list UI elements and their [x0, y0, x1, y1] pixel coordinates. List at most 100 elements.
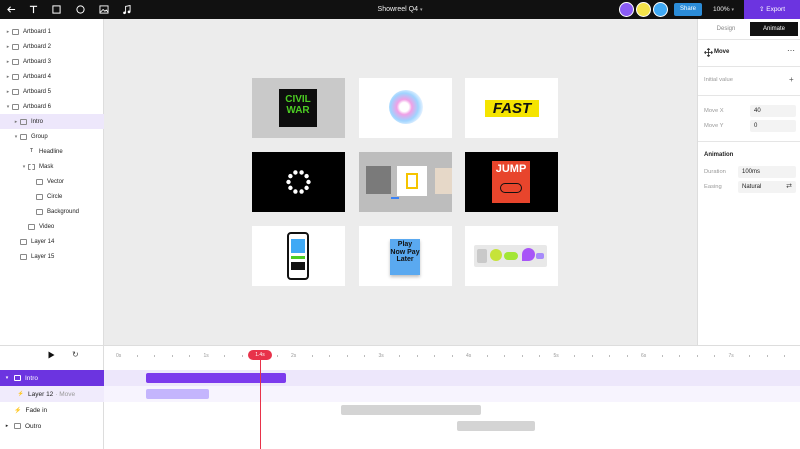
duration-field[interactable]: 100ms [738, 166, 796, 178]
layer-row[interactable]: ▸ Intro [0, 114, 104, 129]
avatar[interactable] [619, 2, 634, 17]
layer-row[interactable]: Layer 15 [0, 249, 104, 264]
document-title-text: Showreel Q4 [377, 6, 418, 13]
phone-screen-image [291, 239, 305, 253]
layer-label: Intro [31, 118, 44, 125]
export-button[interactable]: ⇪ Export [744, 0, 800, 19]
tab-design[interactable]: Design [702, 22, 750, 36]
layer-row[interactable]: ▸ Artboard 2 [0, 39, 104, 54]
shape-lime [490, 249, 502, 261]
chevron-down-icon[interactable]: ▾ [12, 134, 20, 140]
more-options-icon[interactable]: ⋯ [787, 46, 795, 55]
layer-row[interactable]: Background [0, 204, 104, 219]
easing-curve-icon[interactable]: ⇄ [786, 181, 792, 193]
playhead-handle[interactable]: 1.4s [248, 350, 272, 360]
layer-row[interactable]: Layer 14 [0, 234, 104, 249]
artboard-8[interactable]: Play Now Pay Later [359, 226, 452, 286]
tick-mark [679, 355, 680, 357]
artboard-2[interactable] [359, 78, 452, 138]
back-arrow-icon[interactable] [5, 3, 18, 16]
avatar[interactable] [636, 2, 651, 17]
share-button[interactable]: Share [674, 3, 702, 16]
text-tool-icon[interactable] [27, 3, 40, 16]
tab-animate[interactable]: Animate [750, 22, 798, 36]
artboard-9[interactable] [465, 226, 558, 286]
move-y-field[interactable]: 0 [750, 120, 796, 132]
phone-mockup [287, 232, 309, 280]
poster-title-line1: CIVIL [285, 94, 311, 105]
canvas[interactable]: CIVIL WAR FAST JUMP Play Now Pay Later [104, 19, 697, 345]
avatar[interactable] [653, 2, 668, 17]
loop-icon[interactable]: ↻ [72, 350, 79, 359]
layer-row[interactable]: Vector [0, 174, 104, 189]
artboard-7[interactable] [252, 226, 345, 286]
easing-select[interactable]: Natural ⇄ [738, 181, 796, 193]
layer-row[interactable]: ▸ Artboard 1 [0, 24, 104, 39]
layer-label: Artboard 5 [23, 88, 52, 95]
timeline-row[interactable]: ⚡ Layer 12 · Move [0, 386, 104, 402]
selection-marker [391, 197, 399, 199]
frame-layer-icon [12, 28, 19, 35]
promo-card: Play Now Pay Later [390, 239, 420, 275]
animation-icon[interactable]: ⚡ [0, 391, 28, 397]
layer-row[interactable]: Circle [0, 189, 104, 204]
shape-grey [477, 249, 487, 263]
layer-row[interactable]: ▾ Group [0, 129, 104, 144]
track-outro [104, 418, 800, 434]
spinner-dot [288, 185, 293, 191]
layer-row[interactable]: T Headline [0, 144, 104, 159]
clip-outro[interactable] [457, 421, 535, 431]
chevron-right-icon[interactable]: ▸ [4, 74, 12, 80]
chevron-right-icon[interactable]: ▸ [4, 44, 12, 50]
timeline-row[interactable]: ⚡ Fade in [0, 402, 104, 418]
layer-row[interactable]: ▸ Artboard 4 [0, 69, 104, 84]
chevron-down-icon[interactable]: ▾ [0, 375, 14, 381]
play-icon[interactable] [48, 351, 55, 361]
layer-row[interactable]: ▾ Mask [0, 159, 104, 174]
chevron-right-icon[interactable]: ▸ [4, 59, 12, 65]
ellipse-tool-icon[interactable] [74, 3, 87, 16]
tick-mark [276, 355, 278, 357]
artboard-1[interactable]: CIVIL WAR [252, 78, 345, 138]
chevron-down-icon: ▾ [731, 7, 734, 13]
tick-mark [574, 355, 575, 357]
layer-row[interactable]: ▸ Artboard 3 [0, 54, 104, 69]
timeline-row[interactable]: ▾ Intro [0, 370, 104, 386]
layer-row[interactable]: Video [0, 219, 104, 234]
layer-row[interactable]: ▸ Artboard 5 [0, 84, 104, 99]
rectangle-tool-icon[interactable] [50, 3, 63, 16]
artboard-3[interactable]: FAST [465, 78, 558, 138]
audio-tool-icon[interactable] [120, 3, 133, 16]
document-title[interactable]: Showreel Q4 ▾ [360, 0, 440, 19]
tick-mark [539, 355, 540, 357]
artboard-6[interactable]: JUMP [465, 152, 558, 212]
artboard-5[interactable] [359, 152, 452, 212]
export-label: Export [766, 6, 786, 13]
move-x-field[interactable]: 40 [750, 105, 796, 117]
spinner-dot [288, 173, 293, 179]
chevron-down-icon[interactable]: ▾ [4, 104, 12, 110]
clip-layer-12-move[interactable] [146, 389, 209, 399]
tick-mark [486, 355, 488, 357]
chevron-right-icon[interactable]: ▸ [4, 89, 12, 95]
layer-row[interactable]: ▾ Artboard 6 [0, 99, 104, 114]
timeline-row-label: Layer 12 [28, 390, 54, 398]
image-tool-icon[interactable] [97, 3, 110, 16]
clip-intro[interactable] [146, 373, 286, 383]
duration-label: Duration [704, 169, 726, 175]
promo-card-text: Play Now Pay Later [390, 241, 420, 263]
chevron-right-icon[interactable]: ▸ [12, 119, 20, 125]
timeline-row-suffix: · Move [55, 390, 76, 398]
chevron-right-icon[interactable]: ▸ [0, 423, 14, 429]
artboard-4[interactable] [252, 152, 345, 212]
add-icon[interactable]: + [789, 75, 794, 84]
track-fade-in [104, 402, 800, 418]
track-intro [104, 370, 800, 386]
timeline-ruler[interactable]: 0s 1s 2s 3s 4s 5s 6s 7s [104, 346, 800, 367]
chevron-down-icon[interactable]: ▾ [20, 164, 28, 170]
zoom-select[interactable]: 100% ▾ [713, 0, 734, 19]
chevron-right-icon[interactable]: ▸ [4, 29, 12, 35]
clip-fade-in[interactable] [341, 405, 481, 415]
timeline-row[interactable]: ▸ Outro [0, 418, 104, 434]
tick-mark [154, 355, 155, 357]
